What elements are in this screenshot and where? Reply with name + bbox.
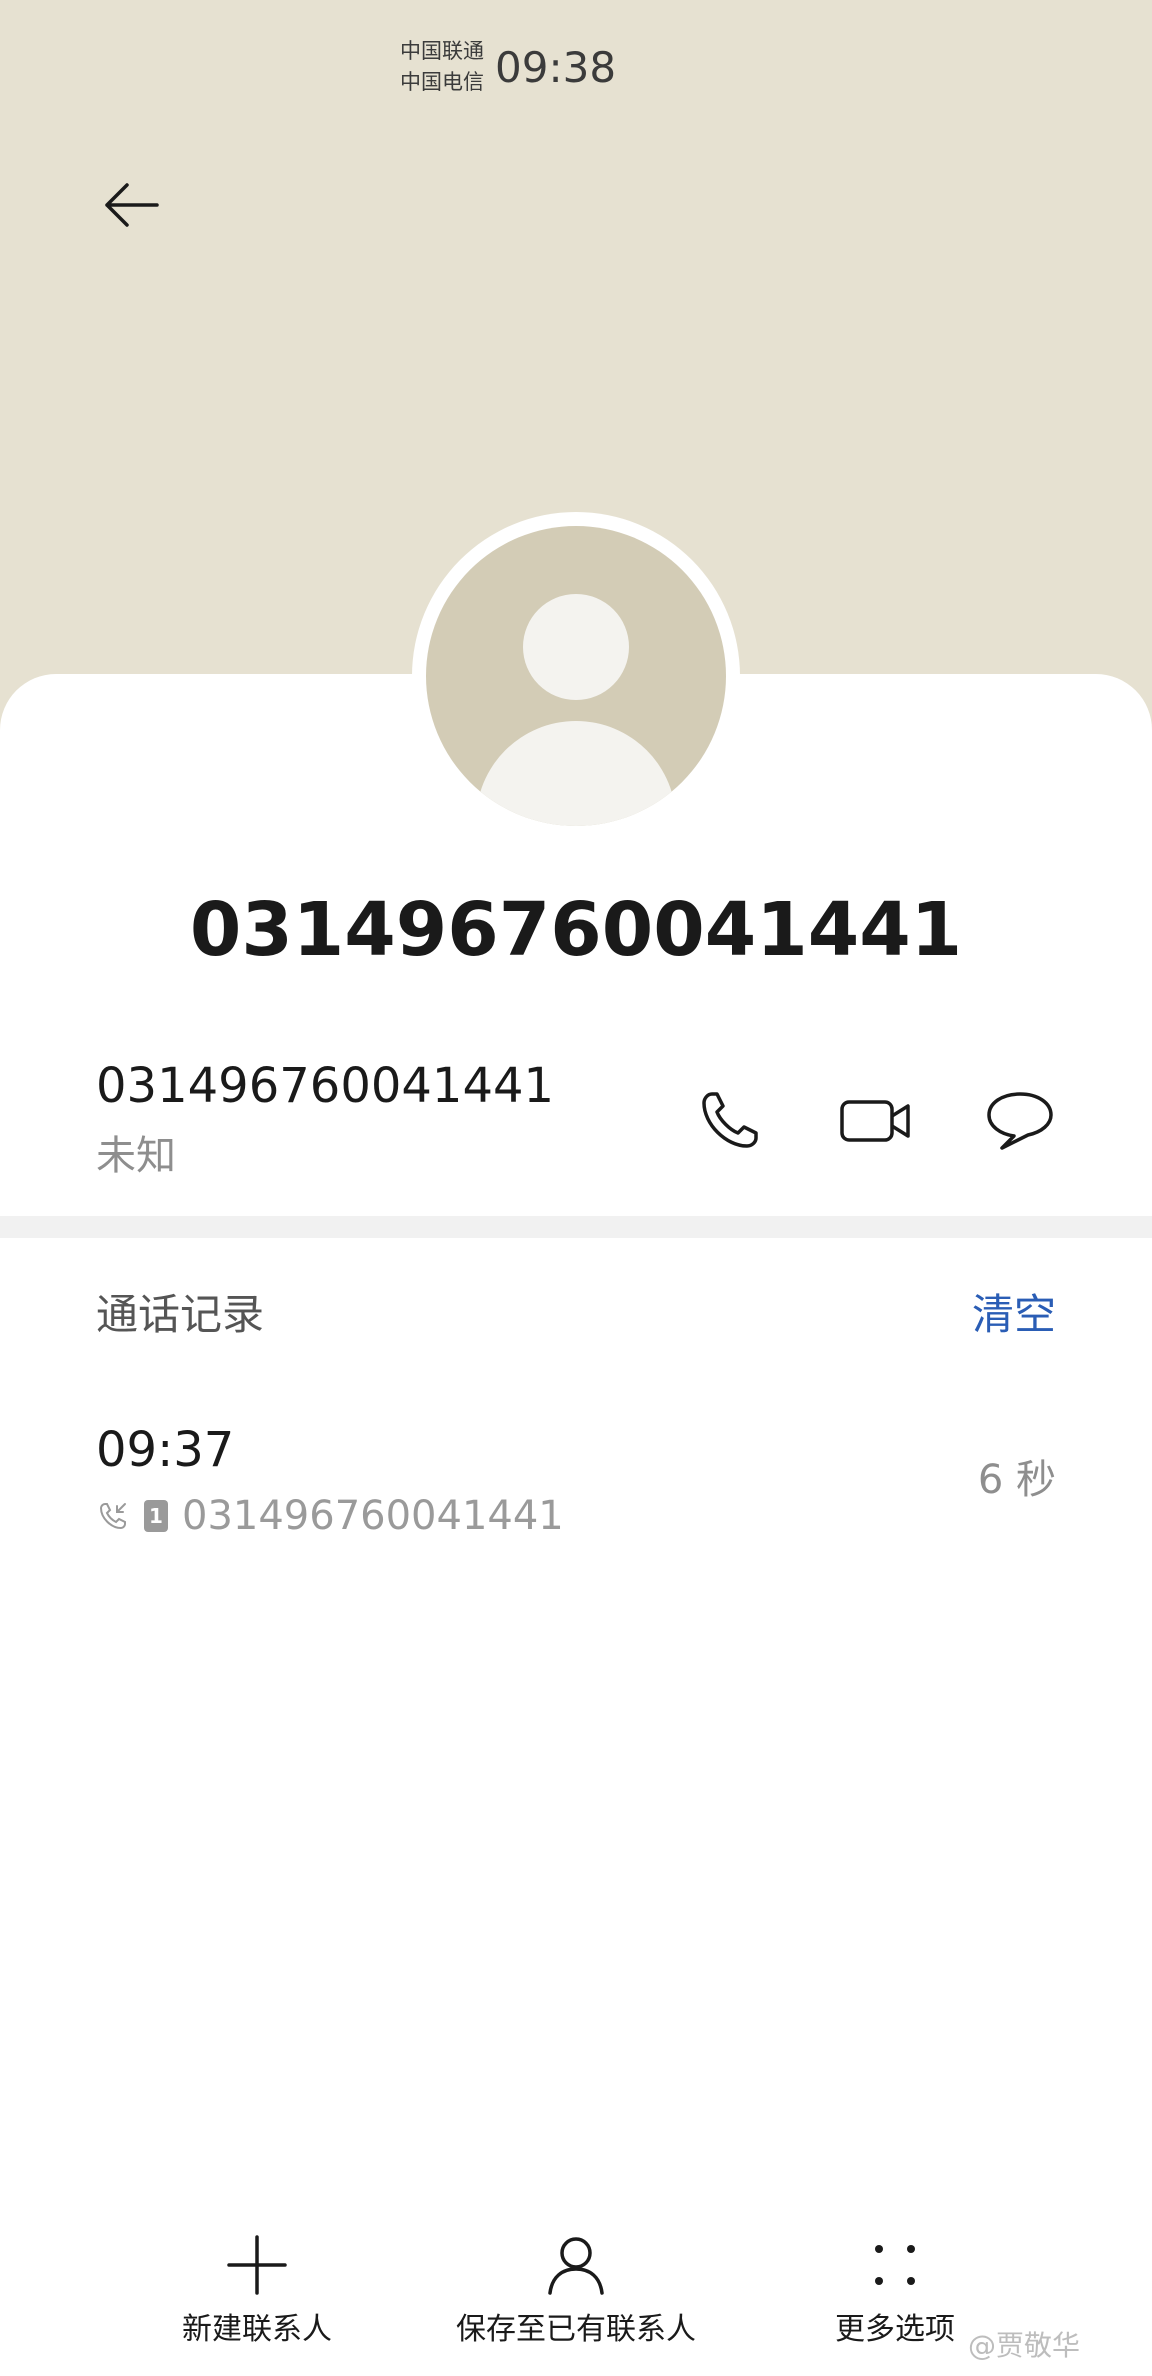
more-dots-icon [875,2245,915,2285]
video-call-button[interactable] [836,1080,916,1160]
watermark: @贾敬华 [968,2329,1081,2362]
new-contact-label: 新建联系人 [182,2312,332,2347]
call-log-title: 通话记录 [96,1290,265,1339]
message-button[interactable] [980,1080,1060,1160]
more-options-label: 更多选项 [835,2312,955,2347]
avatar[interactable] [426,526,726,826]
plus-icon [227,2235,287,2295]
phone-icon [702,1092,758,1148]
phone-number[interactable]: 031496760041441 [96,1056,554,1116]
call-time: 09:37 [96,1422,235,1478]
save-to-existing-label: 保存至已有联系人 [456,2312,696,2347]
video-call-icon [840,1100,910,1142]
contact-title: 031496760041441 [189,887,963,973]
avatar-body-shape [476,721,676,826]
person-icon [548,2237,604,2295]
call-duration: 6 秒 [977,1457,1056,1503]
back-button[interactable] [94,168,168,242]
section-divider [0,1216,1152,1238]
status-clock: 09:38 [495,43,617,92]
back-arrow-icon [105,183,159,227]
avatar-head-shape [523,594,629,700]
clear-call-log-button[interactable]: 清空 [960,1286,1056,1344]
new-contact-button[interactable]: 新建联系人 [152,2230,362,2350]
sim-card-badge: 1 [144,1500,168,1532]
phone-number-label: 未知 [96,1133,176,1179]
call-details: 1 031496760041441 [96,1488,564,1544]
carrier-2: 中国电信 [400,70,484,94]
incoming-call-icon [96,1499,130,1533]
message-icon [987,1092,1053,1150]
call-button[interactable] [690,1080,770,1160]
carrier-info: 中国联通 中国电信 [400,36,484,98]
call-number: 031496760041441 [182,1493,564,1539]
carrier-1: 中国联通 [400,39,484,63]
save-to-existing-button[interactable]: 保存至已有联系人 [426,2230,726,2350]
